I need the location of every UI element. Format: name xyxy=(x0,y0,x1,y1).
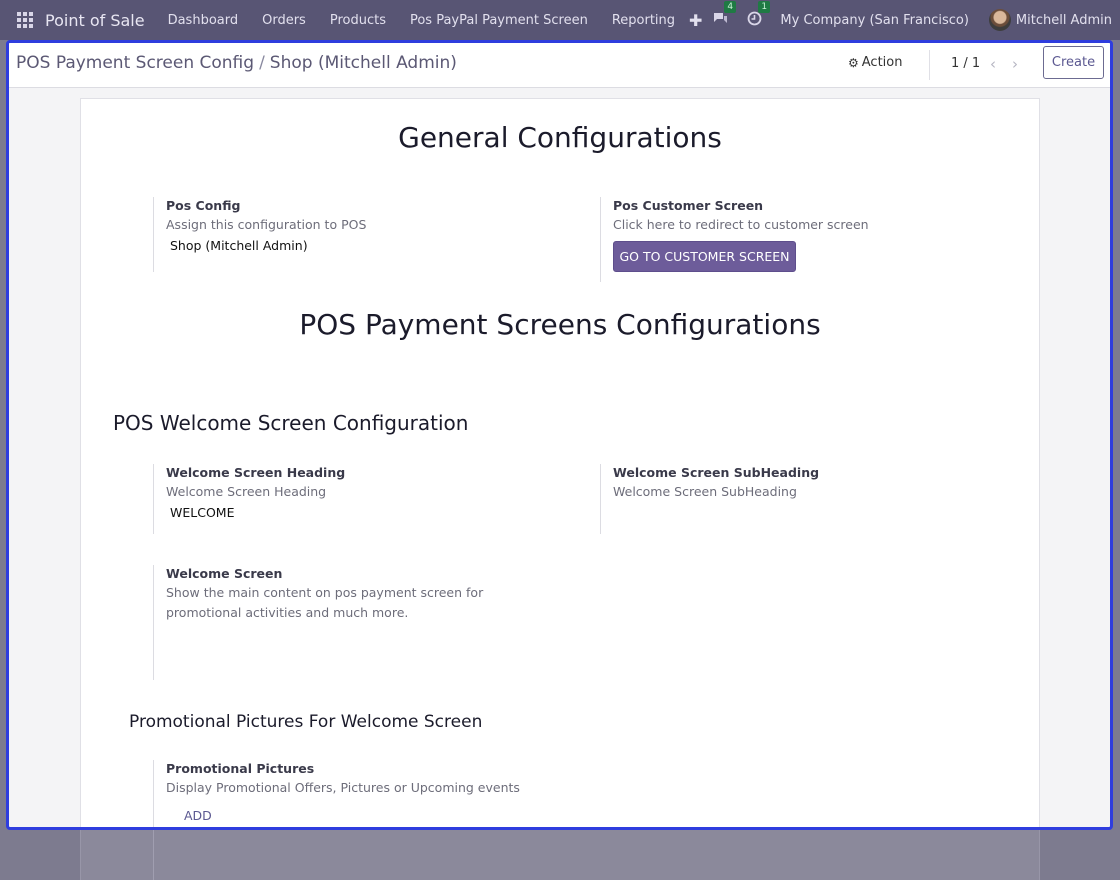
main-menu: Dashboard Orders Products Pos PayPal Pay… xyxy=(156,13,687,28)
welcome-subheading-help: Welcome Screen SubHeading xyxy=(613,484,797,499)
action-label: Action xyxy=(861,55,903,70)
activities-button[interactable]: 1 xyxy=(747,0,771,30)
welcome-section-title: POS Welcome Screen Configuration xyxy=(113,411,469,435)
customer-screen-label: Pos Customer Screen xyxy=(613,198,764,213)
control-panel: POS Payment Screen Config / Shop (Mitchell… xyxy=(9,43,1110,88)
top-navbar: Point of Sale Dashboard Orders Products … xyxy=(0,0,1120,40)
company-switcher[interactable]: My Company (San Francisco) xyxy=(780,13,968,28)
breadcrumb: POS Payment Screen Config / Shop (Mitchell… xyxy=(16,53,457,73)
action-menu-button[interactable]: ⚙ Action xyxy=(848,55,902,70)
promo-pictures-help: Display Promotional Offers, Pictures or … xyxy=(166,780,520,795)
customer-screen-setting: Pos Customer Screen Click here to redire… xyxy=(600,197,1000,282)
user-menu[interactable]: Mitchell Admin xyxy=(1016,13,1112,28)
add-menu-icon[interactable]: ✚ xyxy=(689,11,702,30)
menu-item-reporting[interactable]: Reporting xyxy=(600,13,687,28)
background-divider xyxy=(153,830,154,880)
welcome-subheading-setting: Welcome Screen SubHeading Welcome Screen… xyxy=(600,464,1000,534)
welcome-screen-help: Show the main content on pos payment scr… xyxy=(166,585,484,620)
welcome-screen-label: Welcome Screen xyxy=(166,566,283,581)
messages-button[interactable]: 4 xyxy=(713,0,737,30)
activities-count-badge: 1 xyxy=(758,0,771,13)
welcome-heading-field[interactable]: WELCOME xyxy=(170,505,573,520)
go-to-customer-screen-button[interactable]: GO TO CUSTOMER SCREEN xyxy=(613,241,796,272)
promo-section-title: Promotional Pictures For Welcome Screen xyxy=(129,712,483,732)
general-configurations-title: General Configurations xyxy=(398,121,722,154)
breadcrumb-separator: / xyxy=(259,53,265,73)
promo-pictures-label: Promotional Pictures xyxy=(166,761,315,776)
form-panel: POS Payment Screen Config / Shop (Mitchell… xyxy=(6,40,1113,830)
create-button[interactable]: Create xyxy=(1043,46,1104,79)
chevron-left-icon[interactable]: ‹ xyxy=(990,55,996,73)
pager: 1 / 1 ‹ › xyxy=(929,50,1018,80)
breadcrumb-current: Shop (Mitchell Admin) xyxy=(269,53,457,73)
customer-screen-help: Click here to redirect to customer scree… xyxy=(613,217,869,232)
gear-icon: ⚙ xyxy=(848,55,859,70)
pos-config-setting: Pos Config Assign this configuration to … xyxy=(153,197,573,272)
menu-item-paypal-payment-screen[interactable]: Pos PayPal Payment Screen xyxy=(398,13,600,28)
welcome-subheading-label: Welcome Screen SubHeading xyxy=(613,465,820,480)
pager-value[interactable]: 1 / 1 xyxy=(951,56,980,71)
menu-item-products[interactable]: Products xyxy=(318,13,398,28)
background-sheet xyxy=(80,830,1040,880)
welcome-heading-label: Welcome Screen Heading xyxy=(166,465,346,480)
chevron-right-icon[interactable]: › xyxy=(1012,55,1018,73)
menu-item-orders[interactable]: Orders xyxy=(250,13,318,28)
promo-pictures-setting: Promotional Pictures Display Promotional… xyxy=(153,760,573,827)
app-brand[interactable]: Point of Sale xyxy=(45,11,145,30)
pos-config-label: Pos Config xyxy=(166,198,241,213)
welcome-heading-help: Welcome Screen Heading xyxy=(166,484,327,499)
chat-icon xyxy=(714,12,728,23)
pos-config-help: Assign this configuration to POS xyxy=(166,217,367,232)
payment-screens-title: POS Payment Screens Configurations xyxy=(299,308,821,341)
clock-icon xyxy=(748,11,762,25)
welcome-screen-setting: Welcome Screen Show the main content on … xyxy=(153,565,573,680)
form-sheet: General Configurations Pos Config Assign… xyxy=(80,98,1040,827)
messages-count-badge: 4 xyxy=(724,0,737,13)
apps-menu-icon[interactable] xyxy=(17,12,33,28)
add-promo-picture-link[interactable]: ADD xyxy=(184,808,573,823)
avatar[interactable] xyxy=(988,9,1011,31)
welcome-heading-setting: Welcome Screen Heading Welcome Screen He… xyxy=(153,464,573,534)
breadcrumb-parent[interactable]: POS Payment Screen Config xyxy=(16,53,254,73)
pos-config-field[interactable]: Shop (Mitchell Admin) xyxy=(170,238,573,253)
menu-item-dashboard[interactable]: Dashboard xyxy=(156,13,251,28)
